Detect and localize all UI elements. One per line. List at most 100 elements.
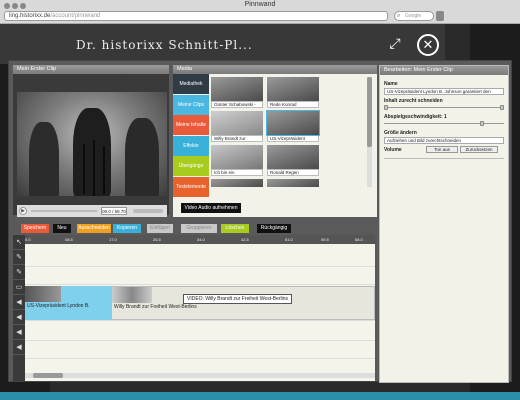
media-thumb[interactable]: Ronald Regen	[267, 145, 319, 176]
close-editor-icon[interactable]: ✕	[417, 34, 439, 56]
folder-tool-icon[interactable]: ▭	[13, 280, 25, 295]
microphone	[83, 144, 85, 194]
ruler-tick: 59.5	[321, 237, 329, 242]
play-button[interactable]: ▶	[19, 207, 27, 215]
menu-textelemente[interactable]: Textelemente	[173, 176, 209, 197]
pointer-tool-icon[interactable]: ↖	[13, 235, 25, 250]
undo-button[interactable]: Rückgängig	[257, 224, 291, 233]
timeline: ↖ ✎ ✎ ▭ ◀ ◀ ◀ ◀ 0.0 08.5 17.0 25.5 34.0 …	[13, 235, 375, 381]
thumb-image	[211, 145, 263, 169]
media-thumb[interactable]	[211, 179, 263, 187]
player-title: Mein Erster Clip	[13, 65, 169, 74]
thumb-caption: Willy Brandt zur	[211, 135, 263, 142]
timeline-track	[25, 267, 375, 285]
menu-uebergaenge[interactable]: Übergänge	[173, 156, 209, 176]
menu-effekte[interactable]: Effekte	[173, 135, 209, 156]
track-audio-icon[interactable]: ◀	[13, 325, 25, 340]
timeline-toolbar: Speichern Neu Ausschneiden Kopieren Einf…	[13, 223, 375, 235]
track-audio-icon[interactable]: ◀	[13, 340, 25, 355]
microphone	[103, 146, 105, 194]
paste-button[interactable]: Einfügen	[147, 224, 173, 233]
clip-thumbnail	[112, 287, 152, 303]
track-audio-icon[interactable]: ◀	[13, 295, 25, 310]
name-field[interactable]: US-Vizepräsident Lyndon B. Johnson garan…	[384, 88, 504, 95]
ruler-tick: 34.0	[197, 237, 205, 242]
site-logo[interactable]: Dr. historixx Schnitt-Pl...	[76, 38, 253, 52]
reader-icon[interactable]	[436, 11, 444, 21]
browser-title: Pinnwand	[244, 1, 276, 8]
media-thumb[interactable]	[267, 179, 319, 187]
speed-slider[interactable]	[384, 121, 504, 127]
media-thumb-selected[interactable]: US-Vizepräsident	[266, 110, 320, 142]
ruler-tick: 68.0	[355, 237, 363, 242]
search-icon: ⌕	[397, 13, 401, 19]
address-bar[interactable]: ling.historixx.de/account/pinnwand	[4, 11, 388, 21]
edit-tool-icon[interactable]: ✎	[13, 265, 25, 280]
divider	[384, 158, 504, 159]
timeline-tools: ↖ ✎ ✎ ▭ ◀ ◀ ◀ ◀	[13, 235, 25, 381]
name-label: Name	[384, 81, 398, 87]
scroll-thumb[interactable]	[367, 77, 372, 147]
clip-tooltip: VIDEO: Willy Brandt zur Freiheit West-Be…	[183, 294, 293, 304]
player-controls: ▶ 00.0 / 58.70	[17, 205, 167, 217]
trim-slider[interactable]	[384, 105, 504, 111]
media-panel: Media Mediathek Meine Clips Meine Inhalt…	[173, 65, 377, 217]
size-select[interactable]: Aufziehen und Bild zurechtschneiden	[384, 137, 504, 144]
clip-player: Mein Erster Clip ▶ 00.0 / 58.70	[13, 65, 169, 217]
menu-meine-inhalte[interactable]: Meine Inhalte	[173, 115, 209, 135]
search-field[interactable]: ⌕ Google	[394, 11, 434, 21]
volume-slider[interactable]	[133, 209, 163, 213]
properties-title: Bearbeiten: Mein Erster Clip	[380, 66, 508, 75]
clip-label: Willy Brandt zur Freiheit West-Berlins	[114, 304, 197, 310]
media-menu: Mediathek Meine Clips Meine Inhalte Effe…	[173, 74, 209, 217]
thumb-caption: Günter Schabowski -	[211, 101, 263, 108]
scroll-thumb[interactable]	[33, 373, 63, 378]
thumb-image	[211, 77, 263, 101]
ruler-tick: 0.0	[25, 237, 31, 242]
microphone	[93, 140, 95, 196]
media-thumb[interactable]: Rede Konrad	[267, 77, 319, 108]
track-audio-icon[interactable]: ◀	[13, 310, 25, 325]
delete-button[interactable]: Löschen	[221, 224, 249, 233]
video-preview[interactable]	[17, 92, 167, 196]
timeline-track	[25, 323, 375, 341]
group-button[interactable]: Gruppieren	[181, 224, 217, 233]
menu-meine-clips[interactable]: Meine Clips	[173, 94, 209, 115]
speed-handle[interactable]	[480, 121, 484, 126]
ruler-tick: 17.0	[109, 237, 117, 242]
clip-thumbnail	[25, 286, 61, 302]
mute-button[interactable]: Ton aus	[426, 146, 458, 153]
ruler-tick: 08.5	[65, 237, 73, 242]
trim-end-handle[interactable]	[500, 105, 504, 110]
figure-left	[29, 122, 59, 196]
ruler-tick: 51.0	[285, 237, 293, 242]
media-scrollbar[interactable]	[367, 77, 372, 187]
time-display: 00.0 / 58.70	[101, 207, 127, 215]
thumb-caption: Ich bin ein	[211, 169, 263, 176]
ruler-tick: 25.5	[153, 237, 161, 242]
time-ruler[interactable]: 0.0 08.5 17.0 25.5 34.0 42.5 51.0 59.5 6…	[25, 235, 375, 244]
menu-mediathek[interactable]: Mediathek	[173, 74, 209, 94]
media-thumb[interactable]: Günter Schabowski -	[211, 77, 263, 108]
thumb-caption: Ronald Regen	[267, 169, 319, 176]
pen-tool-icon[interactable]: ✎	[13, 250, 25, 265]
media-thumb[interactable]: Willy Brandt zur	[211, 111, 263, 142]
media-thumb[interactable]: Ich bin ein	[211, 145, 263, 176]
trim-start-handle[interactable]	[384, 105, 388, 110]
thumb-image	[267, 179, 319, 187]
progress-bar[interactable]	[31, 210, 97, 212]
fullscreen-icon[interactable]: ⤢	[385, 35, 405, 53]
figure-right	[125, 118, 159, 196]
record-button[interactable]: Video Audio aufnehmen	[181, 203, 241, 213]
thumb-image	[266, 110, 320, 136]
volume-label: Volume	[384, 146, 402, 153]
timeline-scrollbar[interactable]	[25, 373, 375, 378]
timeline-clip-selected[interactable]: US-Vizepräsident Lyndon B.	[25, 286, 111, 320]
speed-label: Abspielgeschwindigkeit: 1	[384, 114, 447, 120]
reset-button[interactable]: Zurücksetzen	[460, 146, 498, 153]
copy-button[interactable]: Kopieren	[113, 224, 141, 233]
cut-button[interactable]: Ausschneiden	[77, 224, 111, 233]
save-button[interactable]: Speichern	[21, 224, 49, 233]
url-path: /account/pinnwand	[50, 13, 101, 19]
new-button[interactable]: Neu	[53, 224, 71, 233]
